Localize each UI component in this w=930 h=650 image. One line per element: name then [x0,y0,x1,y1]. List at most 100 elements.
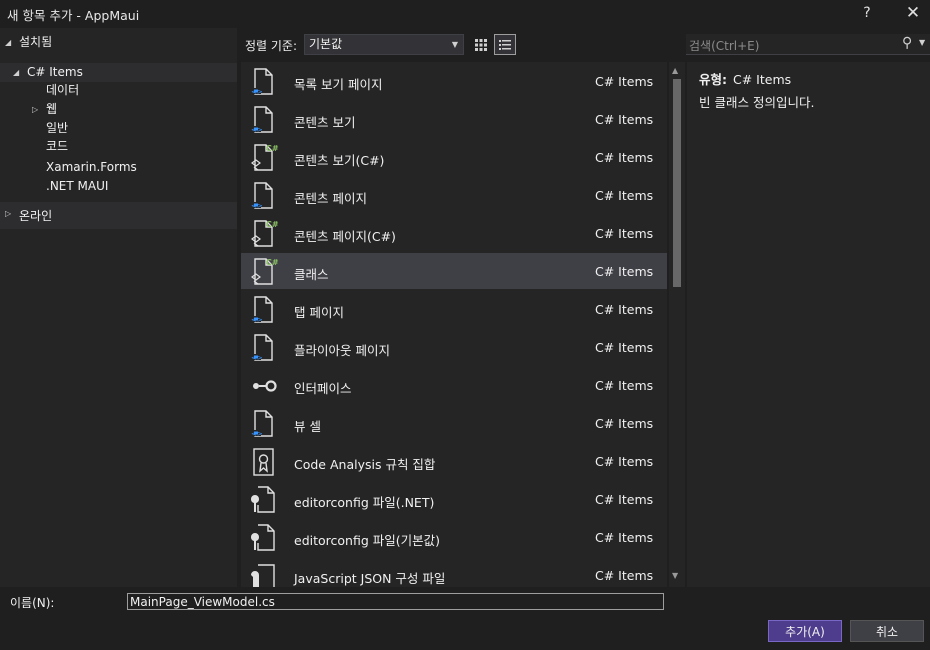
template-category: C# Items [595,264,654,279]
tree-node-web[interactable]: ▷ 웹 [0,100,237,119]
title-bar: 새 항목 추가 - AppMaui ? ✕ [0,0,930,28]
template-name: 콘텐츠 보기(C#) [294,153,385,168]
xaml-page-icon: <> [249,105,279,135]
close-button[interactable]: ✕ [898,2,928,24]
tree-node-installed[interactable]: ◢ 설치됨 [0,33,237,52]
dropdown-arrow-icon: ▼ [451,40,458,49]
name-label: 이름(N): [10,596,55,610]
xaml-page-icon: <> [249,333,279,363]
template-category: C# Items [595,188,654,203]
tree-node-csharp-items[interactable]: ◢ C# Items [0,63,237,82]
svg-text:C#: C# [266,144,279,153]
tree-label: 웹 [46,102,58,116]
list-view-icon [499,40,511,50]
template-name: JavaScript JSON 구성 파일 [294,571,446,586]
name-field[interactable] [127,593,664,610]
tree-node-general[interactable]: 일반 [0,119,237,138]
template-list: <> 목록 보기 페이지 C# Items <> 콘텐츠 보기 C# Items C# 콘텐츠… [241,62,667,587]
template-category: C# Items [595,492,654,507]
expanded-arrow-icon[interactable]: ◢ [13,63,19,82]
template-name: 탭 페이지 [294,305,344,320]
sort-dropdown[interactable]: 기본값 ▼ [304,34,464,55]
collapsed-arrow-icon[interactable]: ▷ [32,100,38,119]
svg-text:C#: C# [266,220,279,229]
collapsed-arrow-icon[interactable]: ▷ [5,209,11,218]
grid-view-icon [475,39,487,51]
template-name: 클래스 [294,267,329,282]
tree-label: 설치됨 [19,35,53,49]
template-category: C# Items [595,112,654,127]
search-box[interactable]: 검색(Ctrl+E) ⚲ ▼ [686,34,930,55]
dropdown-arrow-icon[interactable]: ▼ [919,38,925,47]
template-name: editorconfig 파일(기본값) [294,533,440,548]
search-icon[interactable]: ⚲ [902,35,912,51]
template-item[interactable]: C# 콘텐츠 보기(C#) C# Items [241,139,667,175]
template-category: C# Items [595,378,654,393]
template-tree: ◢ 설치됨 ◢ C# Items 데이터 ▷ 웹 일반 코드 Xamarin.F… [0,28,237,587]
template-item[interactable]: C# 콘텐츠 페이지(C#) C# Items [241,215,667,251]
tree-node-data[interactable]: 데이터 [0,81,237,100]
template-category: C# Items [595,454,654,469]
template-item[interactable]: editorconfig 파일(.NET) C# Items [241,481,667,517]
template-name: 콘텐츠 페이지 [294,191,367,206]
tree-node-online[interactable]: ▷ 온라인 [0,202,237,229]
csharp-page-icon: C# [249,219,279,249]
template-category: C# Items [595,416,654,431]
template-item[interactable]: editorconfig 파일(기본값) C# Items [241,519,667,555]
search-input[interactable]: 검색(Ctrl+E) [689,37,759,54]
xaml-page-icon: <> [249,67,279,97]
template-list-scrollbar[interactable]: ▲ ▼ [669,62,685,587]
tree-node-code[interactable]: 코드 [0,137,237,156]
expanded-arrow-icon[interactable]: ◢ [5,33,11,52]
template-item[interactable]: <> 뷰 셀 C# Items [241,405,667,441]
template-name: 뷰 셀 [294,419,321,434]
scroll-up-icon[interactable]: ▲ [672,66,678,75]
tree-label: 온라인 [19,209,53,223]
type-label: 유형: [699,72,727,87]
sort-value: 기본값 [309,37,343,51]
template-item[interactable]: <> 탭 페이지 C# Items [241,291,667,327]
grid-view-button[interactable] [470,34,492,55]
template-item[interactable]: <> 목록 보기 페이지 C# Items [241,63,667,99]
template-name: 콘텐츠 보기 [294,115,356,130]
template-item[interactable]: C# 클래스 C# Items [241,253,667,289]
xaml-page-icon: <> [249,409,279,439]
template-item[interactable]: JavaScript JSON 구성 파일 C# Items [241,557,667,587]
template-name: Code Analysis 규칙 집합 [294,457,436,472]
window-title: 새 항목 추가 - AppMaui [7,8,140,23]
tree-label: 코드 [46,139,69,153]
scroll-down-icon[interactable]: ▼ [672,571,678,580]
xaml-page-icon: <> [249,181,279,211]
interface-icon [249,371,279,401]
json-config-icon [249,561,279,587]
tree-label: C# Items [27,65,83,79]
type-value: C# Items [732,72,792,87]
ruleset-icon [249,447,279,477]
csharp-class-icon: C# [249,257,279,287]
template-category: C# Items [595,74,654,89]
tree-label: 일반 [46,121,69,135]
template-name: 목록 보기 페이지 [294,77,383,92]
template-description: 빈 클래스 정의입니다. [699,95,815,110]
template-item[interactable]: <> 콘텐츠 페이지 C# Items [241,177,667,213]
config-file-icon [249,485,279,515]
svg-text:C#: C# [266,258,279,267]
cancel-button[interactable]: 취소 [850,620,924,642]
help-button[interactable]: ? [852,2,882,24]
template-item[interactable]: 인터페이스 C# Items [241,367,667,403]
template-item[interactable]: <> 콘텐츠 보기 C# Items [241,101,667,137]
template-category: C# Items [595,150,654,165]
list-view-button[interactable] [494,34,516,55]
add-button[interactable]: 추가(A) [768,620,842,642]
xaml-page-icon: <> [249,295,279,325]
template-item[interactable]: Code Analysis 규칙 집합 C# Items [241,443,667,479]
template-category: C# Items [595,226,654,241]
tree-node-net-maui[interactable]: .NET MAUI [0,177,237,196]
template-name: 플라이아웃 페이지 [294,343,390,358]
template-category: C# Items [595,340,654,355]
template-category: C# Items [595,302,654,317]
tree-label: 데이터 [46,83,80,97]
template-item[interactable]: <> 플라이아웃 페이지 C# Items [241,329,667,365]
tree-node-xamarin-forms[interactable]: Xamarin.Forms [0,158,237,177]
scrollbar-thumb[interactable] [673,79,681,287]
